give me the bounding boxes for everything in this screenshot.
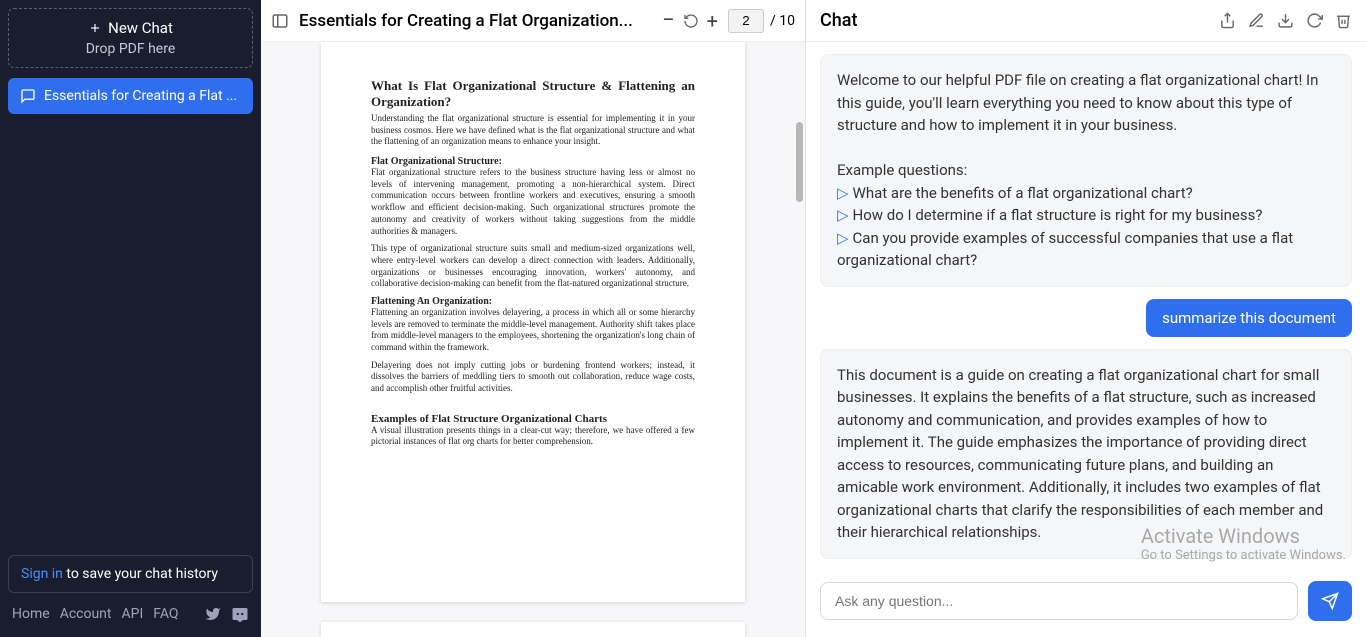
refresh-icon[interactable] — [1306, 12, 1323, 29]
page-number-input[interactable] — [728, 9, 764, 33]
welcome-text: Welcome to our helpful PDF file on creat… — [837, 69, 1335, 137]
doc-section-1-p1: Flat organizational structure refers to … — [371, 167, 695, 237]
signin-rest: to save your chat history — [63, 566, 218, 582]
share-icon[interactable] — [1219, 12, 1236, 29]
send-icon — [1321, 592, 1339, 610]
send-outline-icon: ▷ — [837, 184, 849, 202]
zoom-in-icon[interactable]: + — [707, 11, 718, 31]
chat-body: Welcome to our helpful PDF file on creat… — [806, 42, 1366, 571]
assistant-message-welcome: Welcome to our helpful PDF file on creat… — [820, 54, 1352, 287]
zoom-out-icon[interactable]: − — [662, 10, 675, 32]
example-question-1[interactable]: What are the benefits of a flat organiza… — [853, 184, 1193, 202]
send-outline-icon: ▷ — [837, 229, 849, 247]
doc-intro: Understanding the flat organizational st… — [371, 113, 695, 148]
footer-home[interactable]: Home — [12, 606, 50, 622]
document-toolbar: Essentials for Creating a Flat Organizat… — [261, 0, 805, 42]
document-scroll-area[interactable]: What Is Flat Organizational Structure & … — [261, 42, 805, 637]
scrollbar-thumb[interactable] — [796, 122, 803, 202]
signin-link[interactable]: Sign in — [21, 566, 63, 582]
document-panel: Essentials for Creating a Flat Organizat… — [261, 0, 806, 637]
new-chat-label: New Chat — [108, 19, 173, 37]
doc-section-2-head: Flattening An Organization: — [371, 296, 695, 307]
trash-icon[interactable] — [1335, 12, 1352, 29]
send-outline-icon: ▷ — [837, 206, 849, 224]
sidebar: New Chat Drop PDF here Essentials for Cr… — [0, 0, 261, 637]
download-icon[interactable] — [1277, 12, 1294, 29]
doc-section-1-p2: This type of organizational structure su… — [371, 243, 695, 290]
footer-faq[interactable]: FAQ — [153, 606, 178, 622]
chat-header: Chat — [806, 0, 1366, 42]
footer-links: Home Account API FAQ — [8, 605, 253, 629]
sidebar-item-active-chat[interactable]: Essentials for Creating a Flat ... — [8, 78, 253, 114]
footer-api[interactable]: API — [122, 606, 144, 622]
example-question-3[interactable]: Can you provide examples of successful c… — [837, 229, 1293, 270]
doc-section-1-head: Flat Organizational Structure: — [371, 156, 695, 167]
document-page: What Is Flat Organizational Structure & … — [321, 42, 745, 602]
example-question-2[interactable]: How do I determine if a flat structure i… — [853, 206, 1263, 224]
twitter-icon[interactable] — [205, 606, 221, 622]
active-chat-label: Essentials for Creating a Flat ... — [44, 88, 237, 104]
signin-box[interactable]: Sign in to save your chat history — [8, 555, 253, 593]
chat-title: Chat — [820, 10, 1207, 31]
drop-pdf-label: Drop PDF here — [9, 41, 252, 57]
new-chat-button[interactable]: New Chat Drop PDF here — [8, 8, 253, 68]
document-page-next — [321, 622, 745, 637]
send-button[interactable] — [1308, 581, 1352, 621]
document-title: Essentials for Creating a Flat Organizat… — [299, 11, 652, 31]
chat-panel: Chat Welcome to our helpful PDF file on … — [806, 0, 1366, 637]
doc-examples-head: Examples of Flat Structure Organizationa… — [371, 413, 695, 425]
edit-icon[interactable] — [1248, 12, 1265, 29]
doc-examples-p: A visual illustration presents things in… — [371, 425, 695, 448]
plus-icon — [88, 21, 102, 35]
sidebar-toggle-icon[interactable] — [271, 12, 289, 30]
chat-input[interactable] — [820, 582, 1298, 620]
assistant-message-summary: This document is a guide on creating a f… — [820, 349, 1352, 559]
rotate-icon[interactable] — [683, 13, 699, 29]
discord-icon[interactable] — [231, 605, 249, 623]
doc-heading: What Is Flat Organizational Structure & … — [371, 78, 695, 110]
doc-section-2-p1: Flattening an organization involves dela… — [371, 307, 695, 354]
page-total: / 10 — [770, 13, 795, 29]
doc-section-2-p2: Delayering does not imply cutting jobs o… — [371, 360, 695, 395]
chat-input-row — [806, 571, 1366, 637]
chat-icon — [20, 88, 36, 104]
footer-account[interactable]: Account — [60, 606, 112, 622]
example-questions-label: Example questions: — [837, 159, 1335, 182]
user-message: summarize this document — [1146, 299, 1352, 337]
